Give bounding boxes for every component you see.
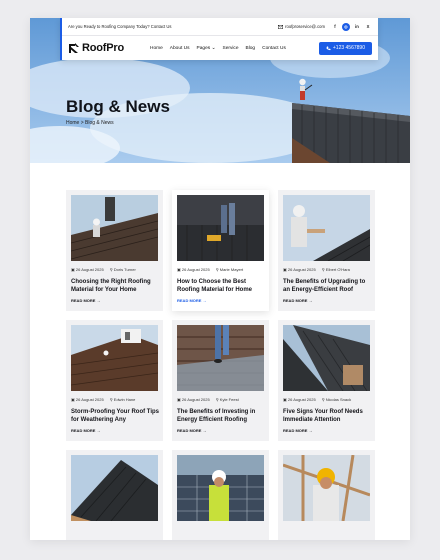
blog-card[interactable]: ▣ 26 August 2025 ⚲ Nicolas Snack Five Si…: [278, 320, 375, 441]
post-date: ▣ 26 August 2025: [177, 397, 210, 402]
solar-worker-photo: [177, 455, 264, 521]
user-icon: ⚲: [215, 267, 219, 272]
nav-item-pages[interactable]: Pages ⌄: [197, 46, 216, 51]
hero-banner: Are you Ready to Roofing Company Today? …: [30, 18, 410, 163]
x-twitter-icon[interactable]: X: [364, 23, 372, 31]
post-author: ⚲ Edwin Hane: [109, 397, 136, 402]
linkedin-icon[interactable]: in: [353, 23, 361, 31]
roof-tiles-photo: [177, 325, 264, 391]
blog-card[interactable]: ▣ 26 August 2025 ⚲ Elbert O'Hara The Ben…: [278, 190, 375, 311]
roofer-photo: [177, 195, 264, 261]
post-date: ▣ 26 August 2025: [177, 267, 210, 272]
post-date: ▣ 26 August 2025: [283, 267, 316, 272]
phone-button[interactable]: +123 4567890: [318, 41, 372, 55]
phone-icon: [326, 46, 331, 50]
user-icon: ⚲: [109, 267, 113, 272]
facebook-icon[interactable]: f: [331, 23, 339, 31]
read-more-link[interactable]: READ MORE →: [177, 428, 207, 433]
post-title[interactable]: The Benefits of Investing in Energy Effi…: [177, 408, 266, 424]
user-icon: ⚲: [109, 397, 113, 402]
blog-card[interactable]: [278, 450, 375, 540]
post-thumbnail: [177, 455, 264, 521]
breadcrumb[interactable]: Home > Blog & News: [66, 120, 114, 126]
user-icon: ⚲: [215, 397, 219, 402]
post-author: ⚲ Nicolas Snack: [321, 397, 352, 402]
read-more-link[interactable]: READ MORE →: [177, 298, 207, 303]
blog-card[interactable]: ▣ 26 August 2025 ⚲ Doris Turner Choosing…: [66, 190, 163, 311]
post-thumbnail: [71, 195, 158, 261]
top-bar-email[interactable]: roofproservice@.com: [278, 24, 325, 29]
blog-card[interactable]: [172, 450, 269, 540]
blog-card[interactable]: ▣ 26 August 2025 ⚲ Edwin Hane Storm-Proo…: [66, 320, 163, 441]
post-author: ⚲ Marie Mayert: [215, 267, 244, 272]
read-more-link[interactable]: READ MORE →: [71, 298, 101, 303]
post-title[interactable]: Storm-Proofing Your Roof Tips for Weathe…: [71, 408, 160, 424]
nav-item-contact[interactable]: Contact Us: [262, 46, 286, 51]
logo[interactable]: RoofPro: [68, 42, 150, 54]
post-thumbnail: [283, 195, 370, 261]
post-thumbnail: [177, 195, 264, 261]
logo-house-icon: [69, 43, 79, 53]
calendar-icon: ▣: [177, 267, 181, 272]
calendar-icon: ▣: [283, 267, 287, 272]
post-meta: ▣ 26 August 2025 ⚲ Elbert O'Hara: [283, 267, 350, 272]
mail-icon: [278, 24, 284, 29]
nav-item-about[interactable]: About Us: [170, 46, 190, 51]
dark-roof-photo: [283, 325, 370, 391]
read-more-link[interactable]: READ MORE →: [283, 428, 313, 433]
post-thumbnail: [283, 455, 370, 521]
post-title[interactable]: The Benefits of Upgrading to an Energy-E…: [283, 278, 372, 294]
post-meta: ▣ 26 August 2025 ⚲ Edwin Hane: [71, 397, 135, 402]
blog-card[interactable]: ▣ 26 August 2025 ⚲ Kyle Feest The Benefi…: [172, 320, 269, 441]
social-links: f ◎ in X: [331, 22, 372, 31]
user-icon: ⚲: [321, 397, 325, 402]
email-text: roofproservice@.com: [285, 24, 325, 29]
top-bar-tagline[interactable]: Are you Ready to Roofing Company Today? …: [68, 24, 278, 29]
calendar-icon: ▣: [71, 397, 75, 402]
logo-text: RoofPro: [82, 42, 124, 54]
house-roof-photo: [71, 325, 158, 391]
post-date: ▣ 26 August 2025: [283, 397, 316, 402]
carpenter-photo: [283, 455, 370, 521]
top-bar: Are you Ready to Roofing Company Today? …: [62, 18, 378, 36]
post-thumbnail: [283, 325, 370, 391]
instagram-icon[interactable]: ◎: [342, 22, 350, 31]
page-title: Blog & News: [66, 97, 170, 116]
post-date: ▣ 26 August 2025: [71, 397, 104, 402]
roofer-photo: [71, 195, 158, 261]
post-title[interactable]: Choosing the Right Roofing Material for …: [71, 278, 160, 294]
nav-item-service[interactable]: Service: [223, 46, 239, 51]
post-meta: ▣ 26 August 2025 ⚲ Nicolas Snack: [283, 397, 351, 402]
post-thumbnail: [177, 325, 264, 391]
post-date: ▣ 26 August 2025: [71, 267, 104, 272]
nav-menu: Home About Us Pages ⌄ Service Blog Conta…: [150, 46, 319, 51]
calendar-icon: ▣: [283, 397, 287, 402]
post-meta: ▣ 26 August 2025 ⚲ Marie Mayert: [177, 267, 243, 272]
post-thumbnail: [71, 455, 158, 521]
read-more-link[interactable]: READ MORE →: [283, 298, 313, 303]
user-icon: ⚲: [321, 267, 325, 272]
calendar-icon: ▣: [177, 397, 181, 402]
read-more-link[interactable]: READ MORE →: [71, 428, 101, 433]
post-meta: ▣ 26 August 2025 ⚲ Doris Turner: [71, 267, 136, 272]
phone-number: +123 4567890: [332, 45, 365, 51]
post-thumbnail: [71, 325, 158, 391]
post-author: ⚲ Doris Turner: [109, 267, 136, 272]
post-author: ⚲ Kyle Feest: [215, 397, 239, 402]
post-meta: ▣ 26 August 2025 ⚲ Kyle Feest: [177, 397, 239, 402]
post-author: ⚲ Elbert O'Hara: [321, 267, 350, 272]
post-title[interactable]: Five Signs Your Roof Needs Immediate Att…: [283, 408, 372, 424]
site-header: Are you Ready to Roofing Company Today? …: [60, 18, 378, 60]
nav-item-home[interactable]: Home: [150, 46, 163, 51]
blog-card[interactable]: [66, 450, 163, 540]
roof-photo: [71, 455, 158, 521]
main-nav: RoofPro Home About Us Pages ⌄ Service Bl…: [62, 36, 378, 60]
roofer-photo: [283, 195, 370, 261]
post-title[interactable]: How to Choose the Best Roofing Material …: [177, 278, 266, 294]
nav-item-blog[interactable]: Blog: [246, 46, 256, 51]
blog-card[interactable]: ▣ 26 August 2025 ⚲ Marie Mayert How to C…: [172, 190, 269, 311]
calendar-icon: ▣: [71, 267, 75, 272]
page: Are you Ready to Roofing Company Today? …: [30, 18, 410, 540]
